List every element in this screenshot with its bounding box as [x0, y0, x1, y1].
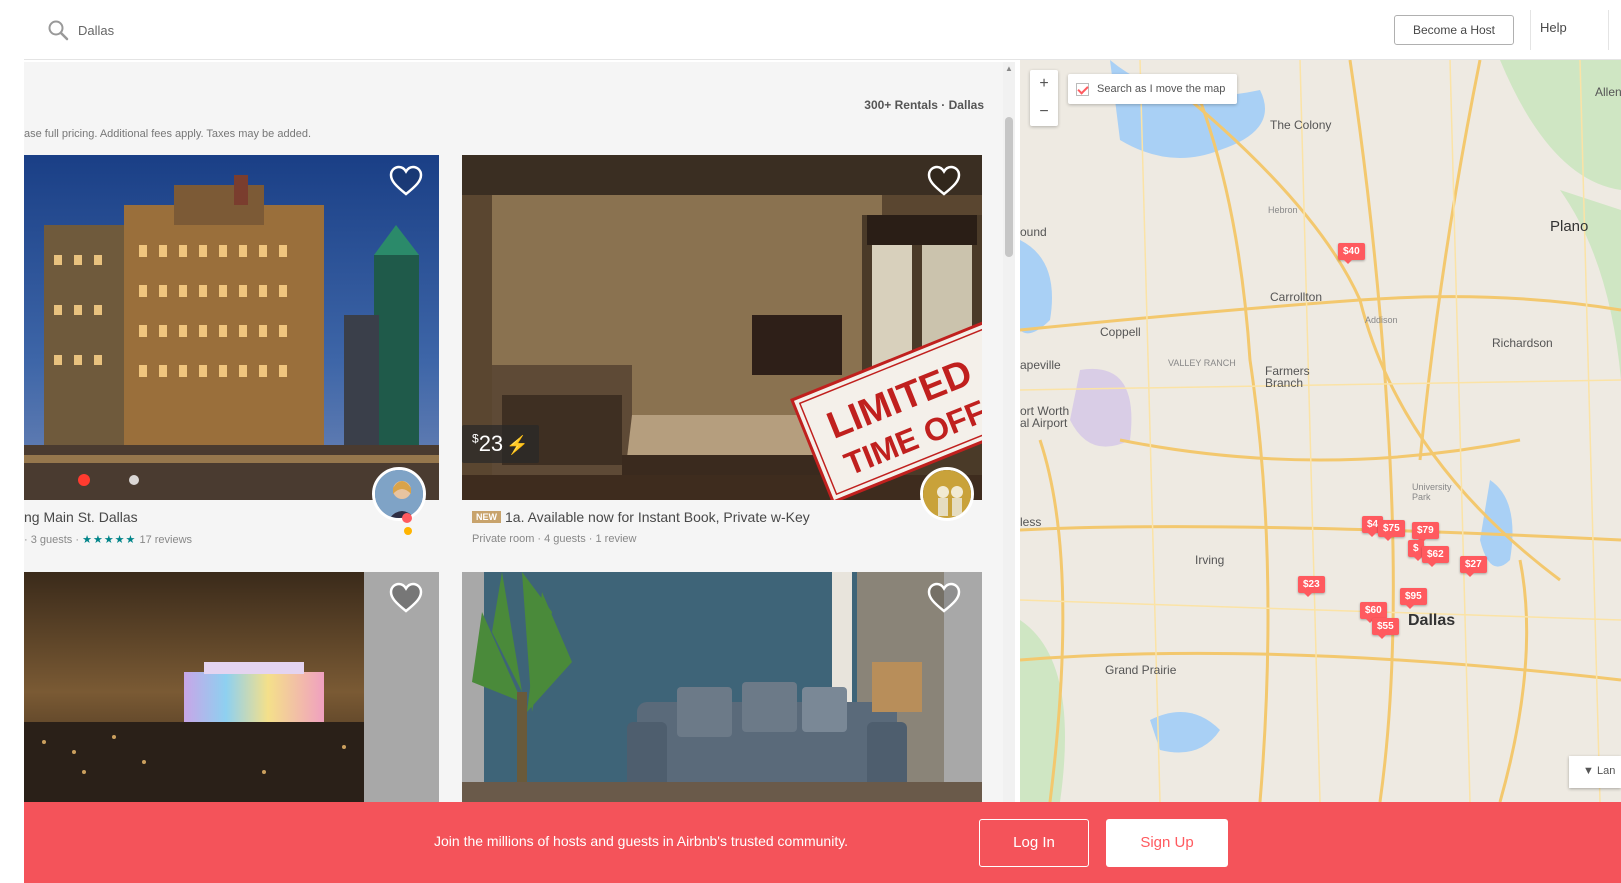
map-panel[interactable]: + − Search as I move the map Allen The C…	[1020, 60, 1621, 802]
listings-scrollbar[interactable]: ▲	[1003, 62, 1015, 802]
zoom-out-button[interactable]: −	[1030, 98, 1058, 126]
left-gutter	[0, 0, 24, 883]
map-label: ound	[1020, 225, 1047, 239]
header-divider	[1530, 10, 1531, 50]
top-header: Become a Host Help	[0, 0, 1621, 60]
listing-photo[interactable]: LIMITED TIME OFF	[462, 155, 982, 500]
listing-meta: Private room · 4 guests · 1 review	[472, 533, 637, 545]
listing-title[interactable]: NEW 1a. Available now for Instant Book, P…	[472, 509, 810, 525]
rating-stars: ★★★★★	[82, 534, 137, 546]
pin-icon: ▼	[1583, 765, 1594, 777]
listing-card[interactable]	[24, 572, 439, 802]
map-label: Richardson	[1492, 336, 1553, 350]
price-pin[interactable]: $27	[1460, 556, 1487, 577]
listing-card[interactable]: LIMITED TIME OFF $23 ⚡ NEW 1a. Available n…	[462, 155, 982, 555]
listing-card[interactable]	[462, 572, 982, 802]
price-pin[interactable]: $60	[1360, 602, 1387, 623]
search-as-move-toggle[interactable]: Search as I move the map	[1068, 74, 1238, 104]
airbnb-search-page: Become a Host Help 300+ Rentals · Dallas…	[0, 0, 1621, 883]
map-label: The Colony	[1270, 118, 1332, 132]
log-in-button[interactable]: Log In	[979, 819, 1089, 867]
heart-icon[interactable]	[927, 165, 961, 197]
price-value: 23	[478, 431, 504, 456]
instant-book-icon: ⚡	[506, 435, 529, 455]
price-pin[interactable]: $55	[1372, 618, 1399, 639]
listings-panel: 300+ Rentals · Dallas ase full pricing. …	[24, 62, 1014, 802]
map-label: Coppell	[1100, 325, 1141, 339]
price-tag: $23 ⚡	[462, 425, 539, 463]
map-label: Plano	[1550, 218, 1589, 235]
signup-banner: Join the millions of hosts and guests in…	[24, 802, 1621, 883]
banner-text: Join the millions of hosts and guests in…	[434, 833, 849, 849]
listing-card[interactable]: ng Main St. Dallas · 3 guests · ★★★★★ 17…	[24, 155, 439, 555]
pricing-note: ase full pricing. Additional fees apply.…	[24, 128, 311, 140]
scroll-thumb[interactable]	[1005, 117, 1013, 257]
sign-up-button[interactable]: Sign Up	[1106, 819, 1228, 867]
price-currency: $	[472, 431, 479, 446]
map-canvas[interactable]	[1020, 60, 1621, 802]
price-pin[interactable]: $40	[1338, 243, 1365, 264]
listing-photo[interactable]	[24, 572, 439, 802]
map-label: Dallas	[1408, 612, 1456, 629]
checkbox-icon[interactable]	[1076, 82, 1089, 96]
listing-meta: · 3 guests · ★★★★★ 17 reviews	[24, 533, 192, 546]
price-pin[interactable]: $23	[1298, 576, 1325, 597]
map-label: Farmers Branch	[1265, 364, 1310, 390]
price-pin[interactable]: $95	[1400, 588, 1427, 609]
map-label: apeville	[1020, 358, 1061, 372]
map-language-label[interactable]: Lan	[1597, 765, 1615, 777]
host-avatar[interactable]	[920, 467, 974, 521]
map-language-button[interactable]: ▼ Lan	[1569, 756, 1621, 788]
host-avatar[interactable]	[372, 467, 426, 521]
price-pin[interactable]: $75	[1378, 520, 1405, 541]
price-pin[interactable]: $79	[1412, 522, 1439, 543]
listing-reviews: 17 reviews	[139, 534, 193, 546]
become-host-button[interactable]: Become a Host	[1394, 15, 1514, 45]
heart-icon[interactable]	[927, 582, 961, 614]
listing-title-text[interactable]: 1a. Available now for Instant Book, Priv…	[505, 509, 810, 525]
map-label: Addison	[1365, 315, 1398, 325]
listing-title[interactable]: ng Main St. Dallas	[24, 509, 138, 525]
rentals-count: 300+ Rentals · Dallas	[864, 98, 984, 112]
listing-photo[interactable]	[24, 155, 439, 500]
search-input[interactable]	[78, 20, 378, 40]
superhost-badge	[402, 513, 412, 523]
search-icon	[48, 20, 69, 41]
header-divider	[1608, 10, 1609, 50]
heart-icon[interactable]	[389, 582, 423, 614]
map-label: ort Worth al Airport	[1020, 404, 1070, 430]
map-label: Allen	[1595, 85, 1621, 99]
heart-icon[interactable]	[389, 165, 423, 197]
zoom-controls: + −	[1030, 70, 1058, 126]
map-label: University Park	[1412, 482, 1452, 502]
map-label: less	[1020, 515, 1042, 529]
zoom-in-button[interactable]: +	[1030, 70, 1058, 98]
listing-photo[interactable]	[462, 572, 982, 802]
new-badge: NEW	[472, 511, 501, 523]
listing-meta-guests: · 3 guests ·	[24, 534, 80, 546]
map-label: VALLEY RANCH	[1168, 358, 1236, 368]
map-label: Irving	[1195, 553, 1225, 567]
search-as-move-label[interactable]: Search as I move the map	[1097, 83, 1225, 95]
map-label: Carrollton	[1270, 290, 1323, 304]
superhost-badge	[404, 527, 412, 535]
scroll-up-icon[interactable]: ▲	[1005, 64, 1013, 73]
map-label: Grand Prairie	[1105, 663, 1177, 677]
map-label: Hebron	[1268, 205, 1298, 215]
help-link[interactable]: Help	[1540, 20, 1567, 35]
price-pin[interactable]: $62	[1422, 546, 1449, 567]
